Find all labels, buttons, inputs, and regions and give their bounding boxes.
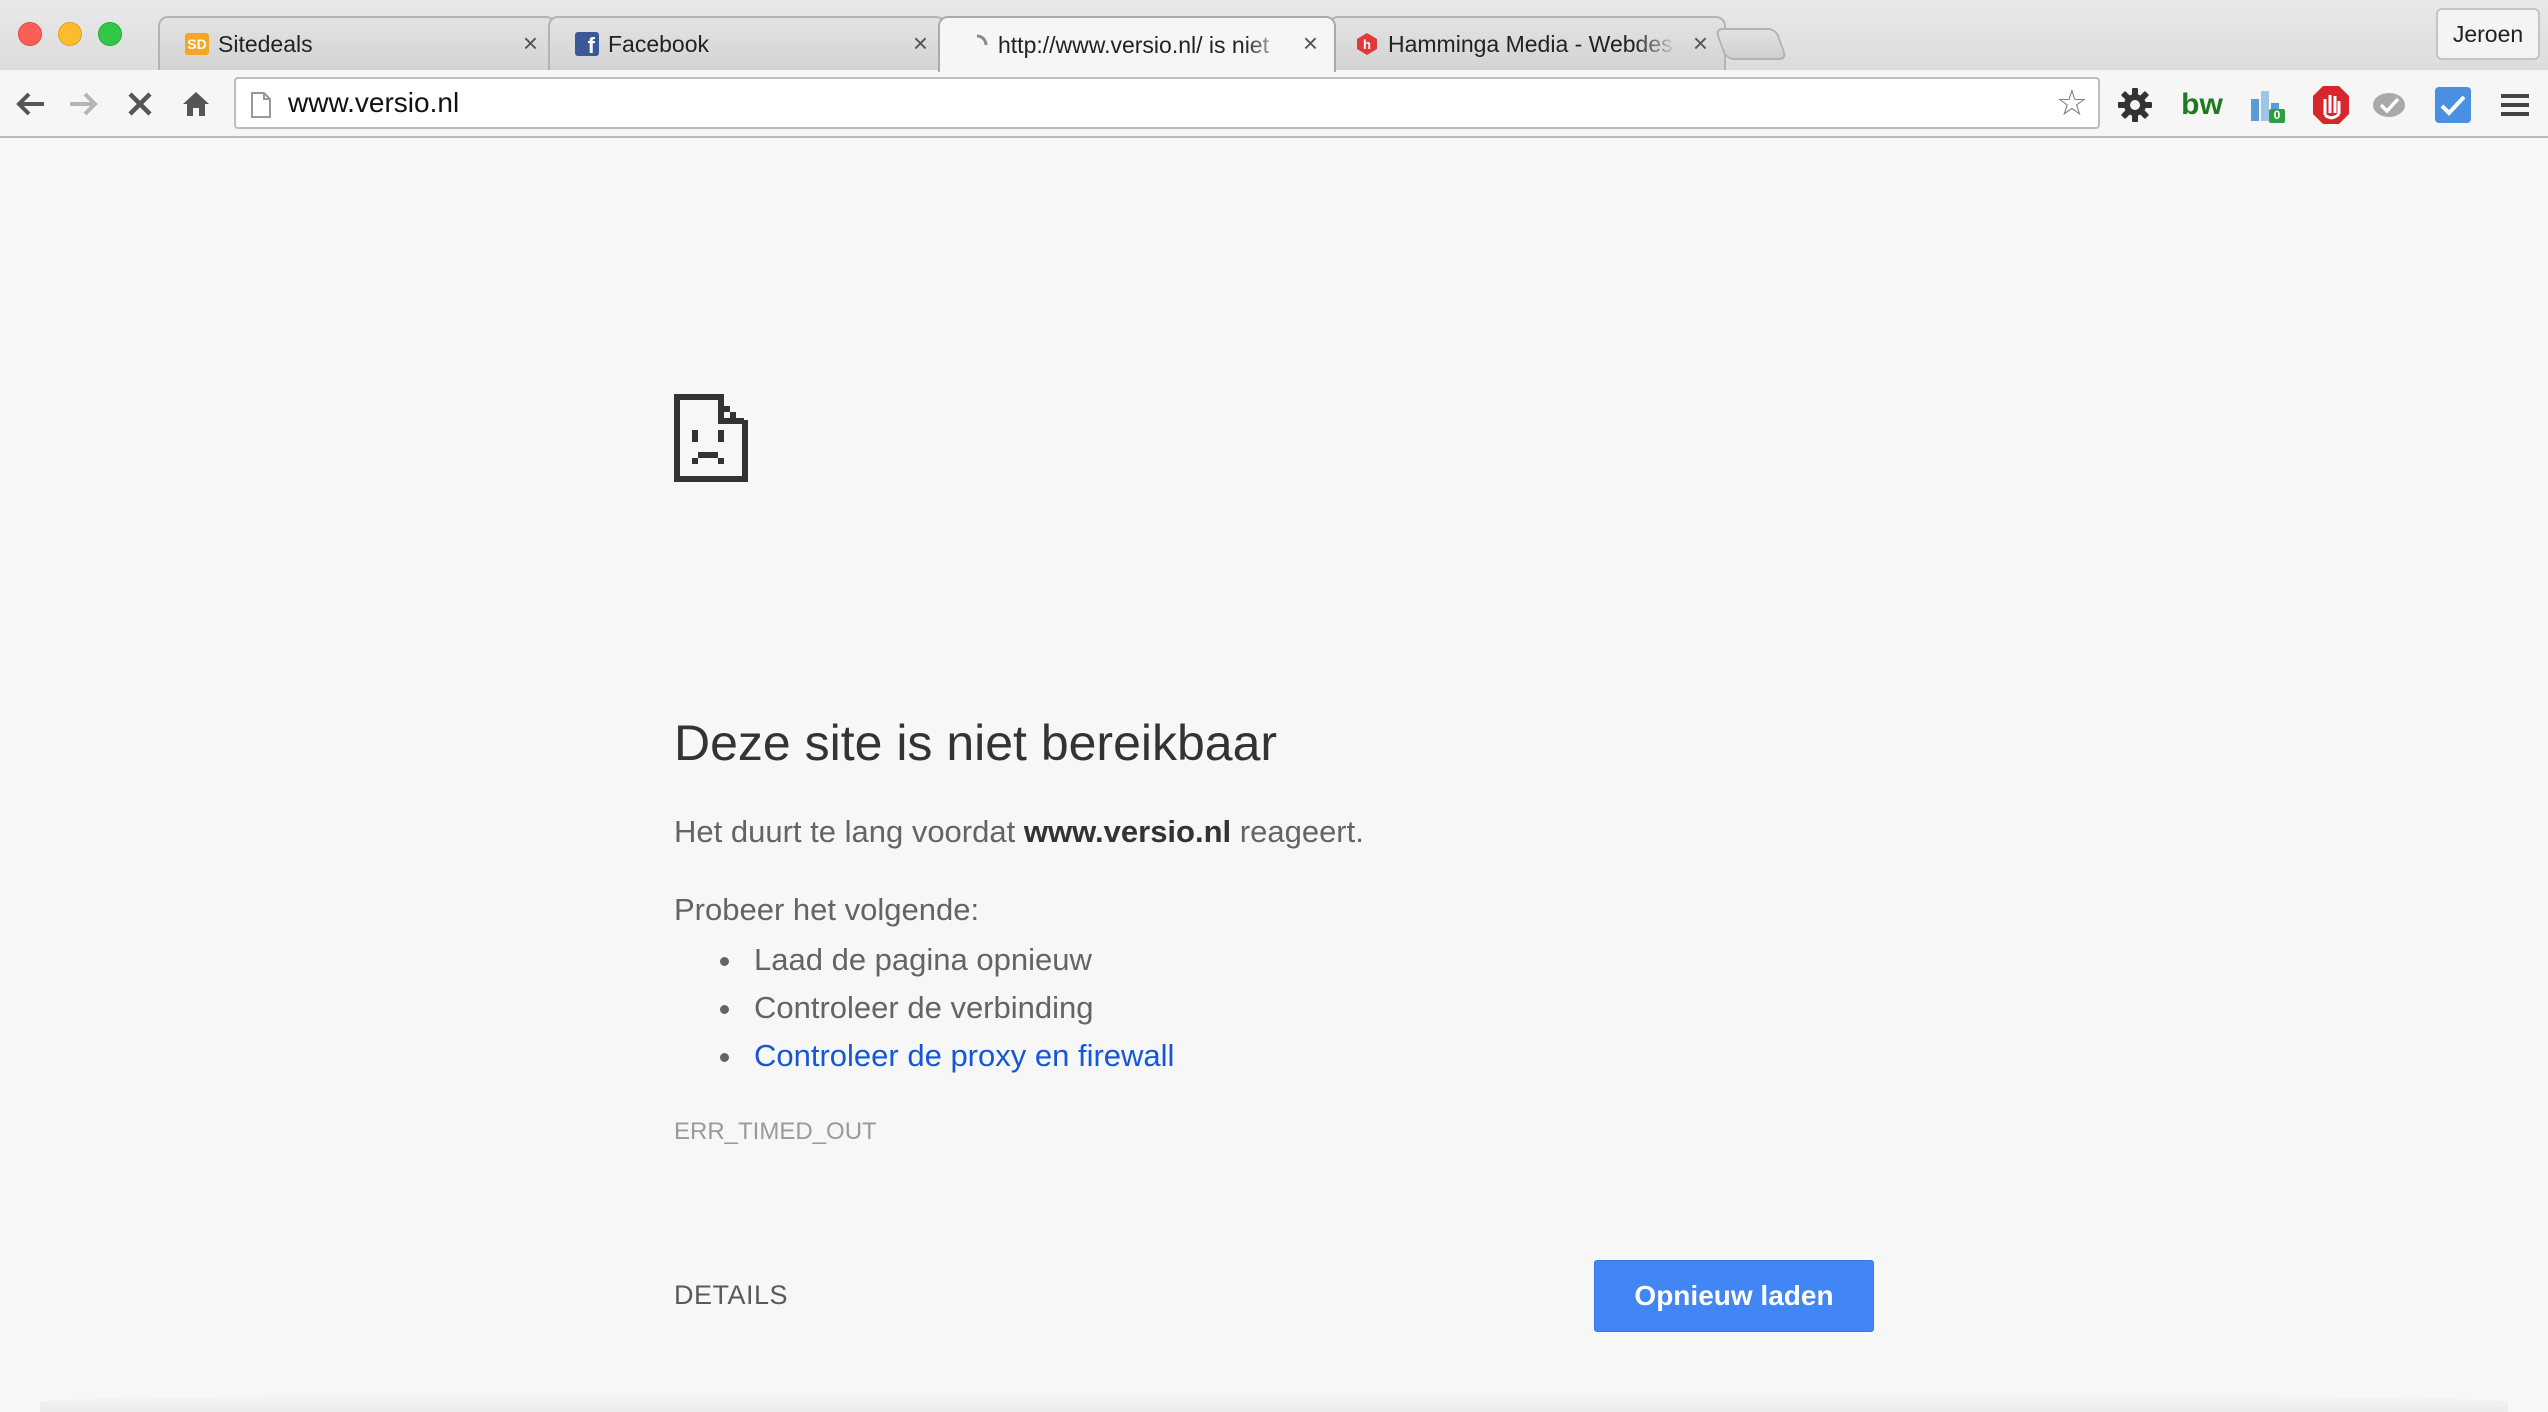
tab-close-icon[interactable]: × bbox=[1303, 28, 1318, 58]
tab-close-icon[interactable]: × bbox=[523, 28, 538, 58]
loading-spinner-icon bbox=[964, 32, 990, 58]
window-maximize-button[interactable] bbox=[98, 22, 122, 46]
bullet-icon bbox=[720, 1053, 729, 1062]
bullet-icon bbox=[720, 957, 729, 966]
tab-close-icon[interactable]: × bbox=[913, 28, 928, 58]
tab-label: http://www.versio.nl/ is niet bbox=[998, 31, 1269, 58]
address-bar[interactable]: ☆ bbox=[234, 77, 2100, 129]
tab-close-icon[interactable]: × bbox=[1693, 28, 1708, 58]
bullet-icon bbox=[720, 1005, 729, 1014]
gear-icon[interactable] bbox=[2114, 84, 2156, 126]
hostname: www.versio.nl bbox=[1023, 814, 1232, 849]
tab-label: Hamminga Media - Webdes bbox=[1388, 30, 1673, 57]
tab-strip: SD Sitedeals × f Facebook × http://www.v… bbox=[0, 0, 2548, 72]
forward-arrow-icon[interactable] bbox=[64, 84, 104, 124]
list-item: Laad de pagina opnieuw bbox=[674, 940, 1174, 988]
error-page: Deze site is niet bereikbaar Het duurt t… bbox=[0, 140, 2548, 1412]
list-item: Controleer de proxy en firewall bbox=[674, 1036, 1174, 1084]
window-close-button[interactable] bbox=[18, 22, 42, 46]
back-arrow-icon[interactable] bbox=[10, 84, 50, 124]
details-button[interactable]: DETAILS bbox=[674, 1280, 788, 1311]
svg-text:h: h bbox=[1363, 37, 1371, 52]
reload-button[interactable]: Opnieuw laden bbox=[1594, 1260, 1874, 1332]
window-minimize-button[interactable] bbox=[58, 22, 82, 46]
proxy-firewall-link[interactable]: Controleer de proxy en firewall bbox=[754, 1038, 1174, 1073]
tab-versio[interactable]: http://www.versio.nl/ is niet × bbox=[938, 16, 1336, 72]
error-code: ERR_TIMED_OUT bbox=[674, 1118, 877, 1145]
sad-page-icon bbox=[674, 394, 748, 487]
tab-sitedeals[interactable]: SD Sitedeals × bbox=[158, 16, 556, 70]
bottom-shadow bbox=[40, 1392, 2508, 1412]
tab-hamminga[interactable]: h Hamminga Media - Webdes × bbox=[1328, 16, 1726, 70]
tab-label: Facebook bbox=[608, 30, 710, 57]
sitedeals-icon: SD bbox=[184, 31, 210, 57]
hamminga-icon: h bbox=[1354, 31, 1380, 57]
stop-loading-icon[interactable] bbox=[120, 84, 160, 124]
tab-label: Sitedeals bbox=[218, 30, 313, 57]
page-title: Deze site is niet bereikbaar bbox=[674, 715, 1278, 771]
page-icon bbox=[250, 91, 272, 124]
error-summary: Het duurt te lang voordat www.versio.nl … bbox=[674, 814, 1364, 849]
toolbar: ☆ bw 0 bbox=[0, 70, 2548, 138]
adblock-extension-icon[interactable] bbox=[2310, 84, 2352, 126]
bookmark-star-icon[interactable]: ☆ bbox=[2056, 85, 2088, 121]
home-icon[interactable] bbox=[176, 84, 216, 124]
tab-facebook[interactable]: f Facebook × bbox=[548, 16, 946, 70]
bw-extension-icon[interactable]: bw bbox=[2178, 84, 2226, 126]
profile-button[interactable]: Jeroen bbox=[2436, 8, 2540, 60]
menu-icon[interactable] bbox=[2494, 84, 2536, 126]
facebook-icon: f bbox=[574, 31, 600, 58]
new-tab-button[interactable] bbox=[1714, 28, 1788, 60]
suggestions-list: Laad de pagina opnieuw Controleer de ver… bbox=[674, 940, 1174, 1084]
url-input[interactable] bbox=[288, 79, 1988, 127]
list-item: Controleer de verbinding bbox=[674, 988, 1174, 1036]
suggestions-heading: Probeer het volgende: bbox=[674, 892, 980, 927]
checked-task-extension-icon[interactable] bbox=[2432, 84, 2474, 126]
check-extension-icon[interactable] bbox=[2368, 84, 2410, 126]
stats-extension-icon[interactable]: 0 bbox=[2246, 84, 2288, 126]
